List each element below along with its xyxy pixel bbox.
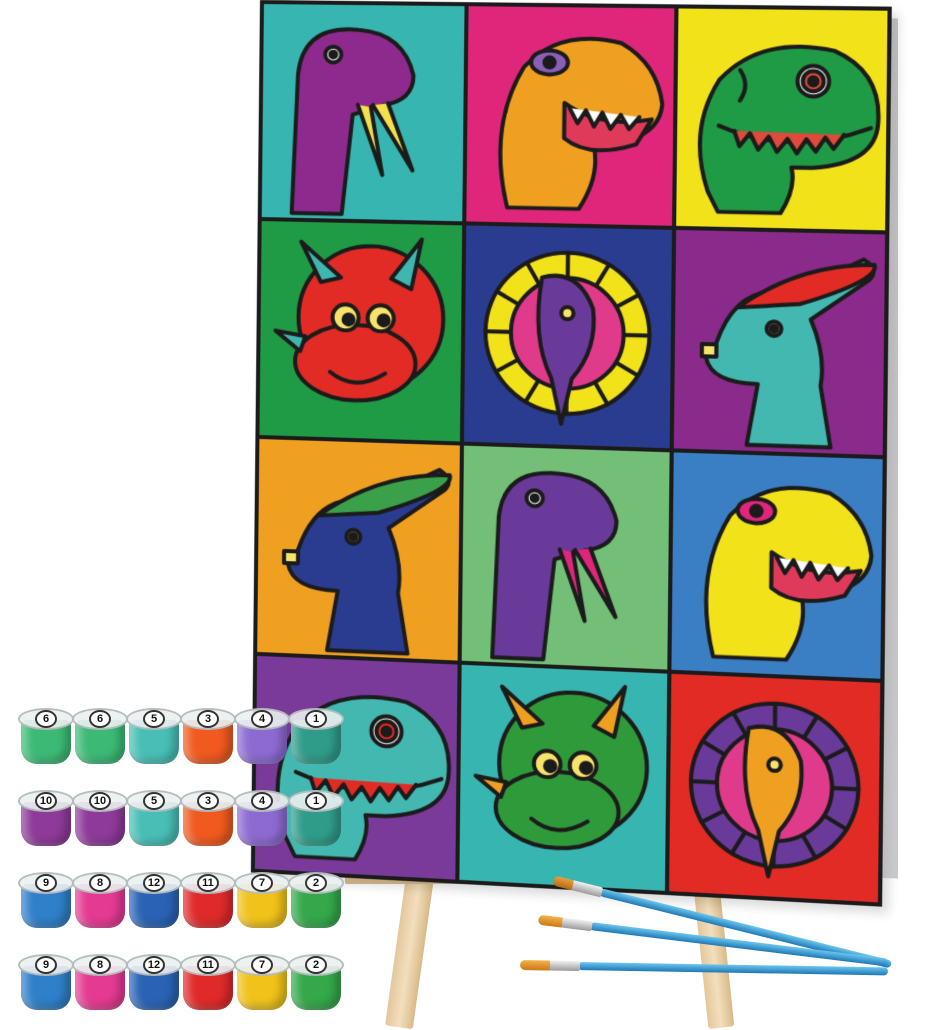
- paint-pot-icon: 2: [288, 948, 344, 1012]
- paint-number-label: 10: [89, 792, 111, 810]
- paint-pot-strip: 6 6 5 3 4 1: [18, 702, 363, 782]
- dinosaur-icon: [669, 674, 881, 903]
- easel-left-leg: [385, 867, 435, 1029]
- paint-number-label: 8: [89, 874, 111, 892]
- canvas-tile-7: [257, 439, 460, 661]
- paint-pot-icon: 9: [18, 866, 74, 930]
- paint-pot-icon: 10: [18, 784, 74, 848]
- paint-number-label: 12: [143, 956, 165, 974]
- paint-number-label: 2: [305, 874, 327, 892]
- canvas-tile-4: [259, 221, 462, 441]
- canvas-tile-8: [462, 445, 669, 669]
- paint-number-label: 9: [35, 956, 57, 974]
- paint-number-label: 3: [197, 792, 219, 810]
- paint-pot-icon: 2: [288, 866, 344, 930]
- canvas-tile-6: [673, 230, 885, 454]
- paint-pot-icon: 7: [234, 866, 290, 930]
- paint-number-label: 2: [305, 956, 327, 974]
- paint-pot-icon: 10: [72, 784, 128, 848]
- paint-number-label: 6: [89, 710, 111, 728]
- paint-pot-icon: 11: [180, 866, 236, 930]
- paint-pot-icon: 4: [234, 702, 290, 766]
- canvas-tile-11: [460, 665, 667, 891]
- paint-number-label: 3: [197, 710, 219, 728]
- canvas-tile-1: [262, 4, 465, 222]
- dinosaur-icon: [671, 452, 883, 679]
- canvas-tile-3: [676, 8, 888, 230]
- paint-number-label: 1: [305, 792, 327, 810]
- paint-brush-icon: [578, 962, 888, 975]
- dinosaur-icon: [262, 4, 465, 222]
- dinosaur-icon: [460, 665, 667, 891]
- paint-number-label: 1: [305, 710, 327, 728]
- paint-number-label: 5: [143, 792, 165, 810]
- dinosaur-icon: [676, 8, 888, 230]
- product-photo: 6 6 5 3 4 1 10 10 5 3 4 1 9 8 12 11 7 2 9 8 12 11 7 2: [0, 0, 949, 1024]
- canvas-tile-5: [464, 226, 671, 448]
- paint-number-label: 5: [143, 710, 165, 728]
- paint-pot-icon: 6: [72, 702, 128, 766]
- paint-pot-strips: 6 6 5 3 4 1 10 10 5 3 4 1 9 8 12 11 7 2 9 8 12 11 7 2: [18, 702, 363, 1030]
- paint-pot-icon: 7: [234, 948, 290, 1012]
- paint-pot-icon: 12: [126, 866, 182, 930]
- paint-pot-strip: 9 8 12 11 7 2: [18, 866, 363, 946]
- paint-number-label: 6: [35, 710, 57, 728]
- paint-pot-strip: 10 10 5 3 4 1: [18, 784, 363, 864]
- paint-pot-strip: 9 8 12 11 7 2: [18, 948, 363, 1028]
- paint-pot-icon: 6: [18, 702, 74, 766]
- paint-pot-icon: 1: [288, 784, 344, 848]
- paint-pot-icon: 3: [180, 784, 236, 848]
- paint-pot-icon: 4: [234, 784, 290, 848]
- canvas-tile-2: [467, 6, 674, 226]
- paint-pot-icon: 8: [72, 948, 128, 1012]
- paint-number-label: 4: [251, 710, 273, 728]
- paint-pot-icon: 8: [72, 866, 128, 930]
- paint-number-label: 11: [197, 874, 219, 892]
- paint-number-label: 7: [251, 874, 273, 892]
- paint-number-label: 9: [35, 874, 57, 892]
- paint-number-label: 12: [143, 874, 165, 892]
- dinosaur-icon: [464, 226, 671, 448]
- paint-pot-icon: 1: [288, 702, 344, 766]
- dinosaur-icon: [462, 445, 669, 669]
- dinosaur-icon: [467, 6, 674, 226]
- paint-pot-icon: 9: [18, 948, 74, 1012]
- paint-number-label: 11: [197, 956, 219, 974]
- paint-number-label: 7: [251, 956, 273, 974]
- dinosaur-icon: [673, 230, 885, 454]
- paint-pot-icon: 5: [126, 784, 182, 848]
- paint-pot-icon: 3: [180, 702, 236, 766]
- paint-pot-icon: 11: [180, 948, 236, 1012]
- paint-pot-icon: 12: [126, 948, 182, 1012]
- paint-number-label: 4: [251, 792, 273, 810]
- paint-number-label: 8: [89, 956, 111, 974]
- paint-number-label: 10: [35, 792, 57, 810]
- canvas-tile-12: [669, 674, 881, 903]
- dinosaur-icon: [257, 439, 460, 661]
- dinosaur-icon: [259, 221, 462, 441]
- canvas-tile-9: [671, 452, 883, 679]
- paint-pot-icon: 5: [126, 702, 182, 766]
